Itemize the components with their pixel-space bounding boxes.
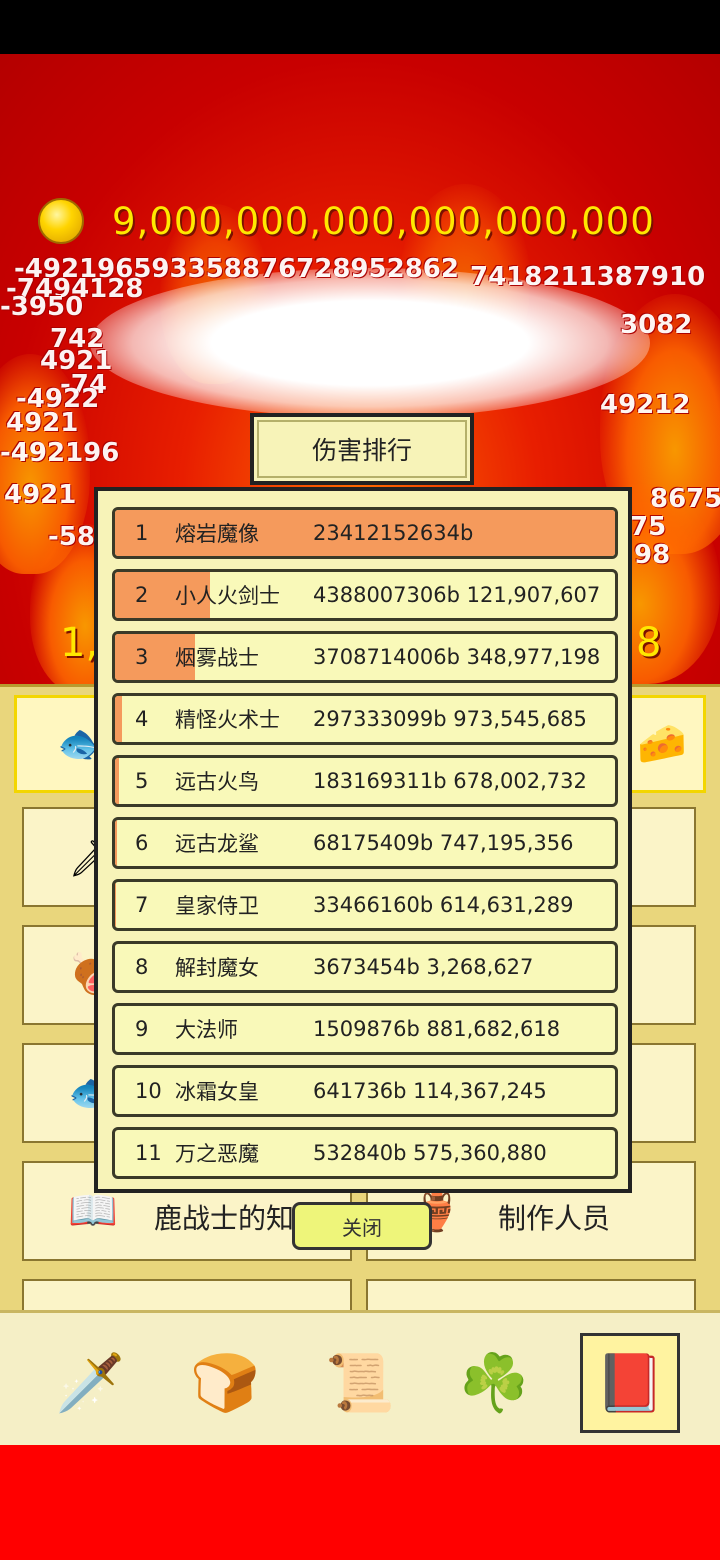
damage-number: 75 [630,512,667,542]
damage-value: 3708714006b 348,977,198 [313,645,601,669]
damage-number: -3950 [0,292,84,322]
damage-value: 4388007306b 121,907,607 [313,583,601,607]
damage-value: 297333099b 973,545,685 [313,707,587,731]
damage-number: -58 [48,522,95,552]
nav-book[interactable]: 📕 [580,1333,680,1433]
damage-number: 98 [634,540,671,570]
rank-number: 10 [135,1079,162,1103]
damage-number: -492196 [0,438,120,468]
unit-name: 精怪火术士 [175,708,280,732]
damage-bar-fill [115,882,116,928]
rank-number: 6 [135,831,149,855]
damage-value: 641736b 114,367,245 [313,1079,547,1103]
ranking-row: 7 皇家侍卫 33466160b 614,631,289 [112,879,618,931]
side-number-left: 1, [60,620,99,666]
damage-number: 4921 [6,408,79,438]
damage-bar-fill [115,758,119,804]
damage-value: 183169311b 678,002,732 [313,769,587,793]
rank-number: 8 [135,955,149,979]
rank-number: 3 [135,645,149,669]
damage-number: 49212 [600,390,691,420]
unit-name: 远古龙鲨 [175,832,259,856]
damage-bar-fill [115,696,122,742]
rank-number: 2 [135,583,149,607]
sword-icon: 🗡️ [55,1351,125,1416]
damage-number: 3082 [620,310,693,340]
unit-name: 远古火鸟 [175,770,259,794]
damage-value: 1509876b 881,682,618 [313,1017,561,1041]
clover-icon: ☘️ [459,1351,529,1416]
nav-clover[interactable]: ☘️ [444,1333,544,1433]
tile-credits-label: 制作人员 [498,1202,611,1235]
ranking-row: 8 解封魔女 3673454b 3,268,627 [112,941,618,993]
cheese-icon: 🧀 [637,721,687,767]
gold-counter: 9,000,000,000,000,000,000 [38,198,655,244]
damage-value: 23412152634b [313,521,474,545]
damage-value: 68175409b 747,195,356 [313,831,574,855]
ranking-row: 4 精怪火术士 297333099b 973,545,685 [112,693,618,745]
rank-number: 1 [135,521,149,545]
rank-number: 7 [135,893,149,917]
damage-value: 33466160b 614,631,289 [313,893,574,917]
rank-number: 9 [135,1017,149,1041]
damage-number: 7418211387910 [470,262,706,292]
scroll-icon: 📜 [325,1351,395,1416]
unit-name: 烟雾战士 [175,646,259,670]
ranking-row: 6 远古龙鲨 68175409b 747,195,356 [112,817,618,869]
open-book-icon: 📖 [68,1188,118,1234]
unit-name: 冰霜女皇 [175,1080,259,1104]
unit-name: 大法师 [175,1018,238,1042]
damage-bar-fill [115,820,117,866]
dialog-title: 伤害排行 [250,413,474,485]
damage-number: 4921 [4,480,77,510]
rank-number: 11 [135,1141,162,1165]
side-number-right: 8 [636,620,662,666]
rank-number: 5 [135,769,149,793]
book-icon: 📕 [595,1351,665,1416]
damage-number: 8675 [650,484,720,514]
gold-coin-icon [38,198,84,244]
status-bar [0,0,720,54]
ranking-row: 1 熔岩魔像 23412152634b [112,507,618,559]
unit-name: 皇家侍卫 [175,894,259,918]
gold-amount: 9,000,000,000,000,000,000 [112,199,655,243]
nav-bread[interactable]: 🍞 [175,1333,275,1433]
ranking-row: 11 万之恶魔 532840b 575,360,880 [112,1127,618,1179]
bottom-nav: 🗡️ 🍞 📜 ☘️ 📕 [0,1310,720,1448]
bread-icon: 🍞 [190,1351,260,1416]
rank-number: 4 [135,707,149,731]
unit-name: 解封魔女 [175,956,259,980]
ranking-row: 2 小人火剑士 4388007306b 121,907,607 [112,569,618,621]
ranking-row: 5 远古火鸟 183169311b 678,002,732 [112,755,618,807]
bottom-background [0,1445,720,1560]
ranking-row: 9 大法师 1509876b 881,682,618 [112,1003,618,1055]
unit-name: 万之恶魔 [175,1142,259,1166]
damage-value: 532840b 575,360,880 [313,1141,547,1165]
ranking-row: 10 冰霜女皇 641736b 114,367,245 [112,1065,618,1117]
unit-name: 小人火剑士 [175,584,280,608]
damage-value: 3673454b 3,268,627 [313,955,534,979]
unit-name: 熔岩魔像 [175,522,259,546]
nav-scroll[interactable]: 📜 [310,1333,410,1433]
tile-knowledge-label: 鹿战士的知 [154,1202,295,1235]
close-button[interactable]: 关闭 [292,1202,432,1250]
damage-ranking-dialog: 1 熔岩魔像 23412152634b 2 小人火剑士 4388007306b 121,9… [94,487,632,1193]
ranking-row: 3 烟雾战士 3708714006b 348,977,198 [112,631,618,683]
nav-sword[interactable]: 🗡️ [40,1333,140,1433]
